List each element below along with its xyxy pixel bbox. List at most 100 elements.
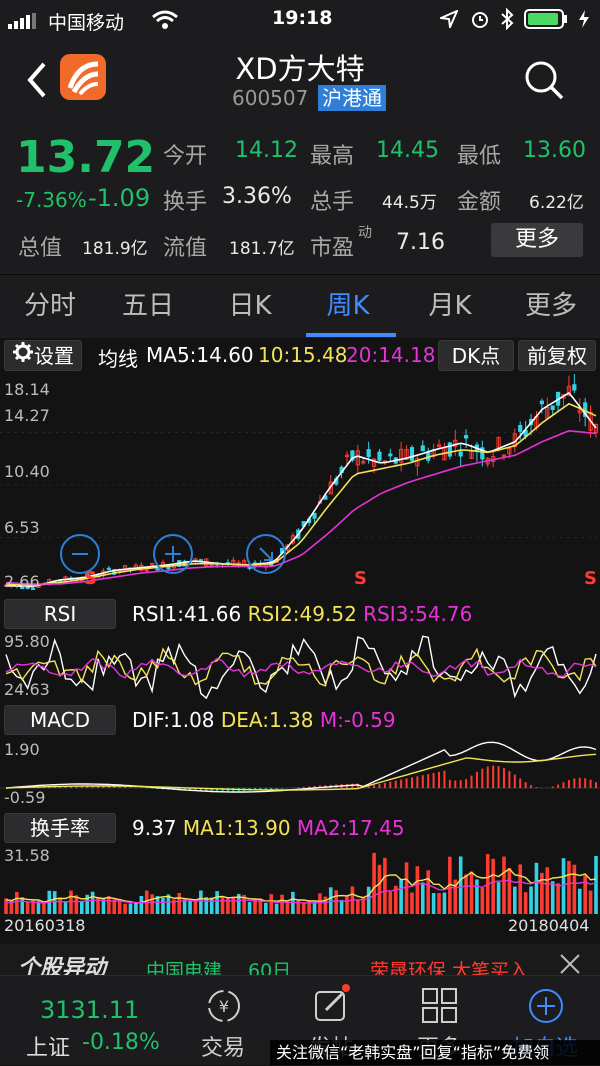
turnover-bar: [588, 890, 593, 914]
volume-value: 44.5万: [382, 193, 437, 213]
ticker-item: 60日: [248, 960, 292, 975]
zoom-out-button[interactable]: [60, 534, 100, 574]
stock-alert-ticker[interactable]: 个股异动 中国电建 60日 荣晟环保 大笔买入: [0, 944, 600, 975]
turnover-bar: [545, 867, 550, 914]
alarm-icon: [470, 9, 490, 34]
turnover-bar: [529, 886, 533, 914]
turnover-rate-button[interactable]: 换手率: [4, 813, 116, 843]
tab-intraday[interactable]: 分时: [8, 275, 92, 339]
status-bar: 中国移动 19:18: [0, 0, 600, 38]
nav-index-sse[interactable]: 3131.11 上证 -0.18%: [20, 976, 170, 1066]
start-date: 20160318: [4, 916, 86, 935]
turnover-bar: [377, 864, 382, 914]
carrier-name: 中国移动: [48, 12, 125, 34]
kline-y-label: 6.53: [4, 518, 40, 537]
turnover-bar: [496, 882, 501, 914]
turnover-bar: [182, 899, 187, 914]
turnover-bar: [356, 899, 360, 914]
low-label: 最低: [457, 144, 502, 169]
turnover-bar: [480, 887, 485, 914]
amount-label: 金额: [457, 190, 502, 215]
plus-icon: [165, 546, 181, 562]
settings-button[interactable]: 设置: [4, 340, 82, 371]
quote-panel: 13.72 -7.36% -1.09 今开 14.12 最高 14.45 最低 …: [0, 124, 600, 274]
float-cap-value: 181.7亿: [229, 239, 295, 259]
macd-chart[interactable]: [0, 736, 600, 812]
turnover-bar: [264, 902, 268, 914]
change-value: -1.09: [88, 184, 151, 212]
turnover-bar: [52, 891, 57, 914]
turnover-ma-line: [5, 868, 597, 904]
more-quote-button[interactable]: 更多: [491, 223, 583, 257]
turnover-bar: [523, 892, 528, 914]
turnover-rate-chart[interactable]: [0, 844, 600, 916]
turnover-bar: [388, 891, 393, 914]
zoom-in-button[interactable]: [153, 534, 193, 574]
rsi3-value: RSI3:54.76: [363, 602, 473, 626]
rsi1-value: RSI1:41.66: [132, 602, 242, 626]
turnover-bar: [247, 901, 252, 914]
turnover-bar: [431, 893, 436, 914]
turnover-bar: [594, 856, 598, 914]
turnover-bar: [577, 888, 582, 914]
active-tab-indicator: [306, 333, 396, 337]
dk-point-button[interactable]: DK点: [438, 340, 514, 371]
amount-value: 6.22亿: [529, 193, 584, 213]
fullscreen-button[interactable]: [246, 534, 286, 574]
kline-y-label: 18.14: [4, 380, 50, 399]
tab-five-day[interactable]: 五日: [106, 275, 190, 339]
search-icon: [525, 61, 564, 100]
tab-more[interactable]: 更多: [508, 275, 594, 354]
turnover-bar: [550, 881, 555, 914]
candle-body: [106, 567, 111, 570]
close-ticker-button[interactable]: [558, 952, 582, 975]
turnover-bar: [366, 886, 371, 914]
ma5-value: MA5:14.60: [146, 343, 254, 367]
total-cap-label: 总值: [18, 236, 63, 261]
tab-monthly-k[interactable]: 月K: [408, 275, 492, 339]
svg-text:¥: ¥: [219, 997, 229, 1016]
turnover-rate-header: 换手率 9.37 MA1:13.90 MA2:17.45: [0, 812, 600, 844]
search-button[interactable]: [522, 58, 566, 102]
gear-icon: [12, 341, 34, 371]
candle-body: [539, 400, 544, 405]
current-price: 13.72: [16, 132, 156, 183]
ma20-value: 20:14.18: [346, 343, 436, 367]
rsi-header: RSI RSI1:41.66 RSI2:49.52 RSI3:54.76: [0, 598, 600, 630]
turnover-bar: [123, 903, 127, 914]
kline-y-label: 10.40: [4, 462, 50, 481]
hk-connect-badge: 沪港通: [318, 85, 386, 111]
ma-label: 均线: [98, 347, 138, 371]
candle-body: [312, 512, 317, 519]
nav-trade[interactable]: ¥ 交易: [168, 976, 278, 1066]
compose-icon: [312, 984, 352, 1030]
signal-icon: [8, 12, 38, 29]
turnover-bar: [285, 901, 290, 914]
turnover-bar: [188, 901, 192, 914]
turnover-bar: [491, 858, 495, 914]
clock: 19:18: [272, 7, 333, 29]
rsi-indicator-button[interactable]: RSI: [4, 599, 116, 629]
tab-weekly-k[interactable]: 周K: [306, 275, 390, 339]
tab-daily-k[interactable]: 日K: [208, 275, 292, 339]
turnover-bar: [334, 890, 338, 914]
rsi-chart[interactable]: [0, 630, 600, 704]
candle-body: [198, 559, 203, 562]
back-button[interactable]: [22, 60, 52, 100]
turnover-bar: [220, 896, 225, 914]
turnover-bar: [280, 894, 284, 914]
forward-adjust-button[interactable]: 前复权: [518, 340, 596, 371]
turnover-bar: [15, 891, 19, 914]
open-value: 14.12: [235, 138, 298, 163]
rsi-y-top: 95.80: [4, 632, 50, 651]
macd-indicator-button[interactable]: MACD: [4, 705, 116, 735]
stock-name: XD方大特: [235, 52, 365, 86]
settings-label: 设置: [34, 344, 74, 368]
turnover-y-top: 31.58: [4, 846, 50, 865]
app-logo: [60, 54, 106, 100]
turnover-bar: [464, 874, 468, 914]
turnover-bar: [199, 890, 203, 914]
kline-y-label: 2.66: [4, 572, 40, 591]
index-value: 3131.11: [40, 996, 140, 1024]
turnover-bar: [399, 878, 403, 914]
